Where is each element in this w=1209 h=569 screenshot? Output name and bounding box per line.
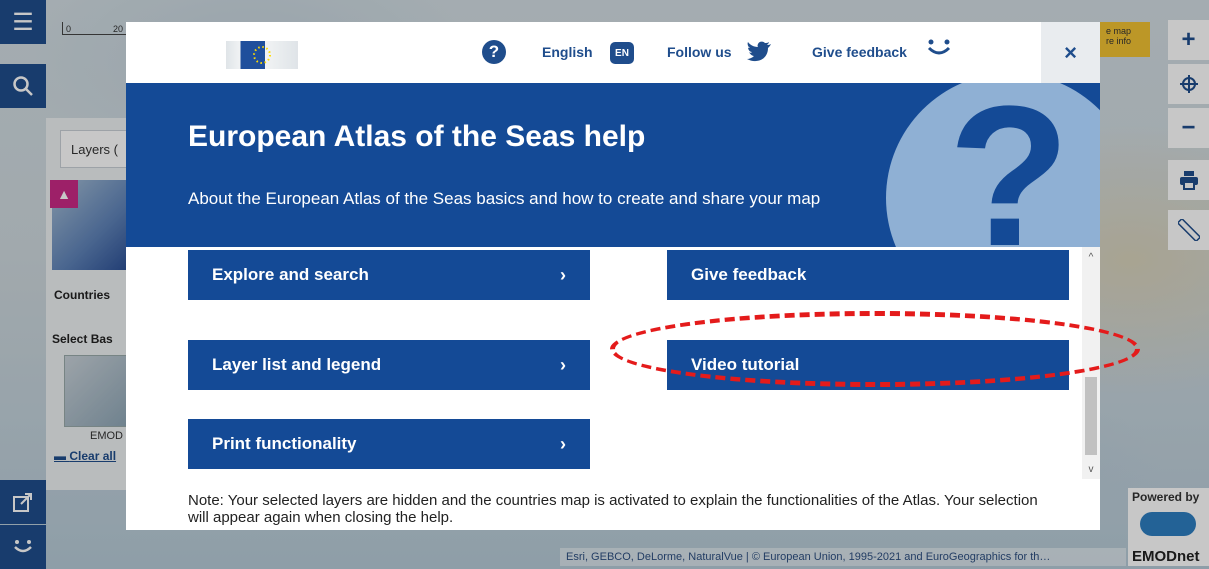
button-label: Layer list and legend [212, 355, 382, 374]
follow-us-label: Follow us [667, 44, 732, 60]
scroll-thumb[interactable] [1085, 377, 1097, 455]
print-functionality-button[interactable]: Print functionality › [188, 419, 590, 469]
language-badge-icon[interactable]: EN [610, 42, 634, 64]
layer-list-legend-button[interactable]: Layer list and legend › [188, 340, 590, 390]
chevron-right-icon: › [560, 433, 566, 454]
chevron-right-icon: › [560, 264, 566, 285]
help-icon[interactable]: ? [482, 40, 506, 64]
help-dialog: ? English EN Follow us Give feedback × ?… [126, 22, 1100, 530]
twitter-icon[interactable] [746, 41, 772, 63]
scroll-up-icon[interactable]: ^ [1082, 249, 1100, 265]
button-label: Print functionality [212, 434, 357, 453]
question-mark-icon: ? [948, 83, 1071, 247]
explore-search-button[interactable]: Explore and search › [188, 250, 590, 300]
smiley-icon[interactable] [926, 38, 952, 58]
eu-logo [226, 41, 298, 69]
language-link[interactable]: English [542, 39, 593, 65]
help-note: Note: Your selected layers are hidden an… [188, 492, 1038, 526]
language-label: English [542, 44, 593, 60]
button-label: Give feedback [691, 265, 807, 284]
chevron-right-icon: › [560, 354, 566, 375]
follow-us-link[interactable]: Follow us [667, 39, 732, 65]
close-icon: × [1064, 39, 1077, 65]
eu-stars-icon [253, 46, 271, 64]
help-banner: ? European Atlas of the Seas help About … [126, 83, 1100, 247]
give-feedback-label: Give feedback [812, 44, 907, 60]
button-label: Explore and search [212, 265, 369, 284]
give-feedback-link[interactable]: Give feedback [812, 39, 907, 65]
give-feedback-button[interactable]: Give feedback [667, 250, 1069, 300]
highlight-annotation [610, 311, 1140, 387]
page-subtitle: About the European Atlas of the Seas bas… [188, 189, 821, 208]
close-button[interactable]: × [1041, 22, 1100, 83]
page-title: European Atlas of the Seas help [188, 120, 646, 153]
dialog-topbar: ? English EN Follow us Give feedback × [126, 22, 1100, 83]
scroll-down-icon[interactable]: v [1082, 461, 1100, 477]
